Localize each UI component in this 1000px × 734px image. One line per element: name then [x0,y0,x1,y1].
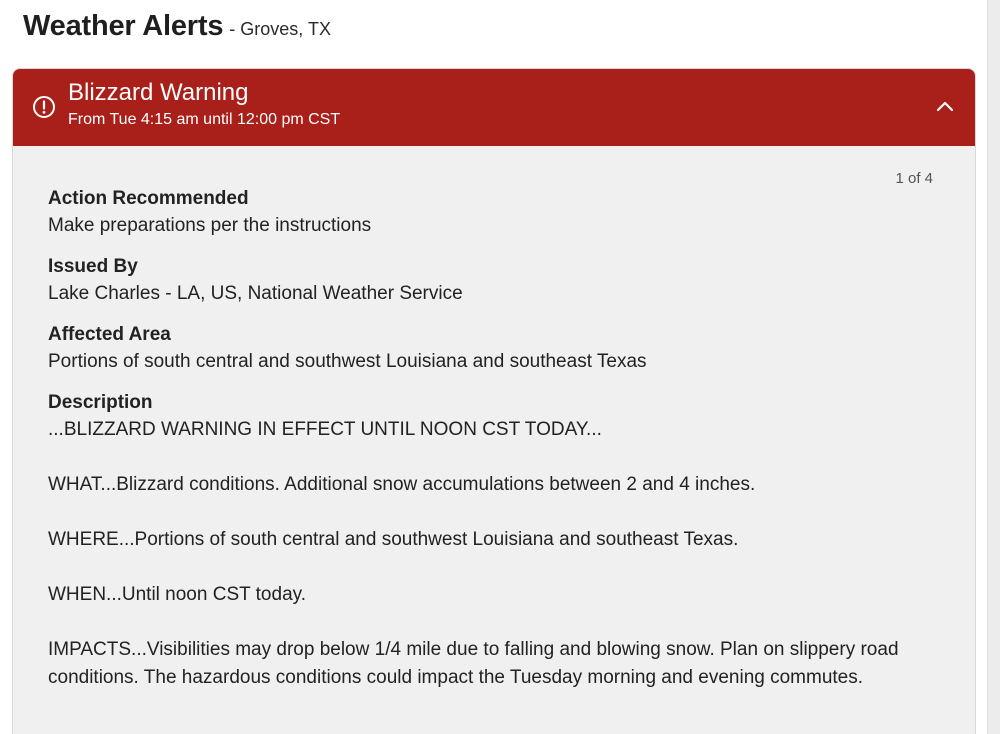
description-paragraph: WHEN...Until noon CST today. [48,584,307,605]
description-paragraph: IMPACTS...Visibilities may drop below 1/… [48,639,899,688]
description-field: Description ...BLIZZARD WARNING IN EFFEC… [48,389,928,719]
description-label: Description [48,392,153,413]
description-paragraph: WHAT...Blizzard conditions. Additional s… [48,474,756,495]
description-paragraph: WHERE...Portions of south central and so… [48,529,739,550]
page-title: Weather Alerts [23,10,224,42]
affected-area-field: Affected Area Portions of south central … [48,321,647,375]
exclamation-circle-icon [32,95,56,119]
action-recommended-label: Action Recommended [48,188,249,209]
description-paragraph: ...BLIZZARD WARNING IN EFFECT UNTIL NOON… [48,419,602,440]
issued-by-label: Issued By [48,256,138,277]
action-recommended-field: Action Recommended Make preparations per… [48,185,371,239]
page-header: Weather Alerts - Groves, TX [23,10,331,50]
alert-pager: 1 of 4 [895,170,933,187]
issued-by-field: Issued By Lake Charles - LA, US, Nationa… [48,253,463,307]
affected-area-value: Portions of south central and southwest … [48,351,647,372]
weather-alerts-page: Weather Alerts - Groves, TX Blizzard War… [0,0,1000,734]
affected-area-label: Affected Area [48,324,171,345]
alert-title: Blizzard Warning [68,79,249,106]
alert-card-header[interactable]: Blizzard Warning From Tue 4:15 am until … [13,69,975,146]
alert-card: Blizzard Warning From Tue 4:15 am until … [12,68,976,734]
issued-by-value: Lake Charles - LA, US, National Weather … [48,283,463,304]
scrollbar[interactable] [987,0,1000,734]
action-recommended-value: Make preparations per the instructions [48,215,372,236]
alert-time-range: From Tue 4:15 am until 12:00 pm CST [68,111,341,128]
chevron-up-icon[interactable] [933,95,957,119]
location-label: - Groves, TX [229,19,331,39]
